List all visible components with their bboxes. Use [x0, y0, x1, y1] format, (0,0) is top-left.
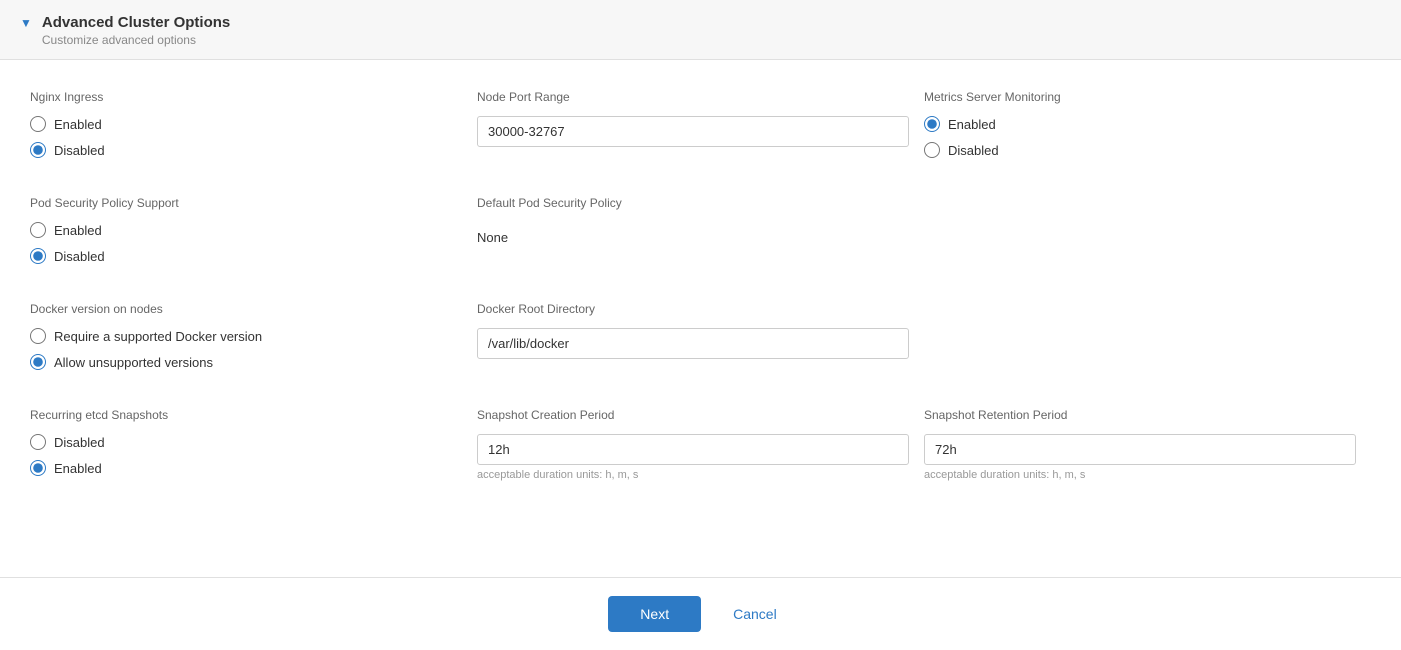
docker-require-option[interactable]: Require a supported Docker version: [30, 328, 462, 344]
metrics-disabled-radio[interactable]: [924, 142, 940, 158]
docker-root-input[interactable]: [477, 328, 909, 359]
accordion-title: Advanced Cluster Options: [42, 14, 230, 31]
nginx-ingress-disabled-label: Disabled: [54, 143, 105, 158]
pod-security-support-section: Pod Security Policy Support Enabled Disa…: [30, 196, 477, 264]
docker-require-radio[interactable]: [30, 328, 46, 344]
nginx-ingress-label: Nginx Ingress: [30, 90, 462, 104]
pod-security-support-label: Pod Security Policy Support: [30, 196, 462, 210]
pod-security-disabled-option[interactable]: Disabled: [30, 248, 462, 264]
docker-allow-label: Allow unsupported versions: [54, 355, 213, 370]
docker-version-label: Docker version on nodes: [30, 302, 462, 316]
nginx-ingress-enabled-option[interactable]: Enabled: [30, 116, 462, 132]
nginx-ingress-section: Nginx Ingress Enabled Disabled: [30, 90, 477, 158]
recurring-etcd-label: Recurring etcd Snapshots: [30, 408, 462, 422]
etcd-enabled-label: Enabled: [54, 461, 102, 476]
metrics-disabled-label: Disabled: [948, 143, 999, 158]
recurring-etcd-radio-group: Disabled Enabled: [30, 434, 462, 476]
etcd-disabled-option[interactable]: Disabled: [30, 434, 462, 450]
default-pod-security-label: Default Pod Security Policy: [477, 196, 909, 210]
pod-security-support-radio-group: Enabled Disabled: [30, 222, 462, 264]
docker-version-radio-group: Require a supported Docker version Allow…: [30, 328, 462, 370]
nginx-ingress-enabled-label: Enabled: [54, 117, 102, 132]
docker-root-section: Docker Root Directory: [477, 302, 924, 370]
pod-security-disabled-label: Disabled: [54, 249, 105, 264]
docker-allow-option[interactable]: Allow unsupported versions: [30, 354, 462, 370]
metrics-disabled-option[interactable]: Disabled: [924, 142, 1356, 158]
pod-security-disabled-radio[interactable]: [30, 248, 46, 264]
pod-security-enabled-radio[interactable]: [30, 222, 46, 238]
nginx-ingress-disabled-radio[interactable]: [30, 142, 46, 158]
row-3: Docker version on nodes Require a suppor…: [30, 292, 1371, 398]
nginx-ingress-disabled-option[interactable]: Disabled: [30, 142, 462, 158]
next-button[interactable]: Next: [608, 596, 701, 632]
metrics-enabled-option[interactable]: Enabled: [924, 116, 1356, 132]
row-4: Recurring etcd Snapshots Disabled Enable…: [30, 398, 1371, 509]
docker-allow-radio[interactable]: [30, 354, 46, 370]
etcd-disabled-radio[interactable]: [30, 434, 46, 450]
docker-version-section: Docker version on nodes Require a suppor…: [30, 302, 477, 370]
node-port-range-input[interactable]: [477, 116, 909, 147]
pod-security-enabled-label: Enabled: [54, 223, 102, 238]
default-pod-security-value: None: [477, 222, 909, 253]
snapshot-creation-input[interactable]: [477, 434, 909, 465]
etcd-disabled-label: Disabled: [54, 435, 105, 450]
metrics-enabled-radio[interactable]: [924, 116, 940, 132]
node-port-range-section: Node Port Range: [477, 90, 924, 158]
metrics-server-section: Metrics Server Monitoring Enabled Disabl…: [924, 90, 1371, 158]
nginx-ingress-radio-group: Enabled Disabled: [30, 116, 462, 158]
nginx-ingress-enabled-radio[interactable]: [30, 116, 46, 132]
cancel-button[interactable]: Cancel: [717, 596, 793, 632]
snapshot-creation-hint: acceptable duration units: h, m, s: [477, 469, 909, 481]
snapshot-retention-hint: acceptable duration units: h, m, s: [924, 469, 1356, 481]
etcd-enabled-radio[interactable]: [30, 460, 46, 476]
default-pod-security-section: Default Pod Security Policy None: [477, 196, 924, 264]
metrics-enabled-label: Enabled: [948, 117, 996, 132]
snapshot-creation-label: Snapshot Creation Period: [477, 408, 909, 422]
snapshot-retention-section: Snapshot Retention Period acceptable dur…: [924, 408, 1371, 481]
accordion-subtitle: Customize advanced options: [42, 33, 230, 47]
snapshot-retention-label: Snapshot Retention Period: [924, 408, 1356, 422]
recurring-etcd-section: Recurring etcd Snapshots Disabled Enable…: [30, 408, 477, 481]
accordion-header[interactable]: ▼ Advanced Cluster Options Customize adv…: [0, 0, 1401, 60]
footer: Next Cancel: [0, 577, 1401, 650]
empty-col-row3: [924, 302, 1371, 370]
row-1: Nginx Ingress Enabled Disabled Node Port…: [30, 90, 1371, 186]
etcd-enabled-option[interactable]: Enabled: [30, 460, 462, 476]
accordion-arrow-icon: ▼: [20, 16, 32, 30]
metrics-server-radio-group: Enabled Disabled: [924, 116, 1356, 158]
pod-security-enabled-option[interactable]: Enabled: [30, 222, 462, 238]
node-port-range-label: Node Port Range: [477, 90, 909, 104]
row-2: Pod Security Policy Support Enabled Disa…: [30, 186, 1371, 292]
metrics-server-label: Metrics Server Monitoring: [924, 90, 1356, 104]
empty-col-row2: [924, 196, 1371, 264]
docker-root-label: Docker Root Directory: [477, 302, 909, 316]
snapshot-retention-input[interactable]: [924, 434, 1356, 465]
docker-require-label: Require a supported Docker version: [54, 329, 262, 344]
content-area: Nginx Ingress Enabled Disabled Node Port…: [0, 60, 1401, 577]
snapshot-creation-section: Snapshot Creation Period acceptable dura…: [477, 408, 924, 481]
